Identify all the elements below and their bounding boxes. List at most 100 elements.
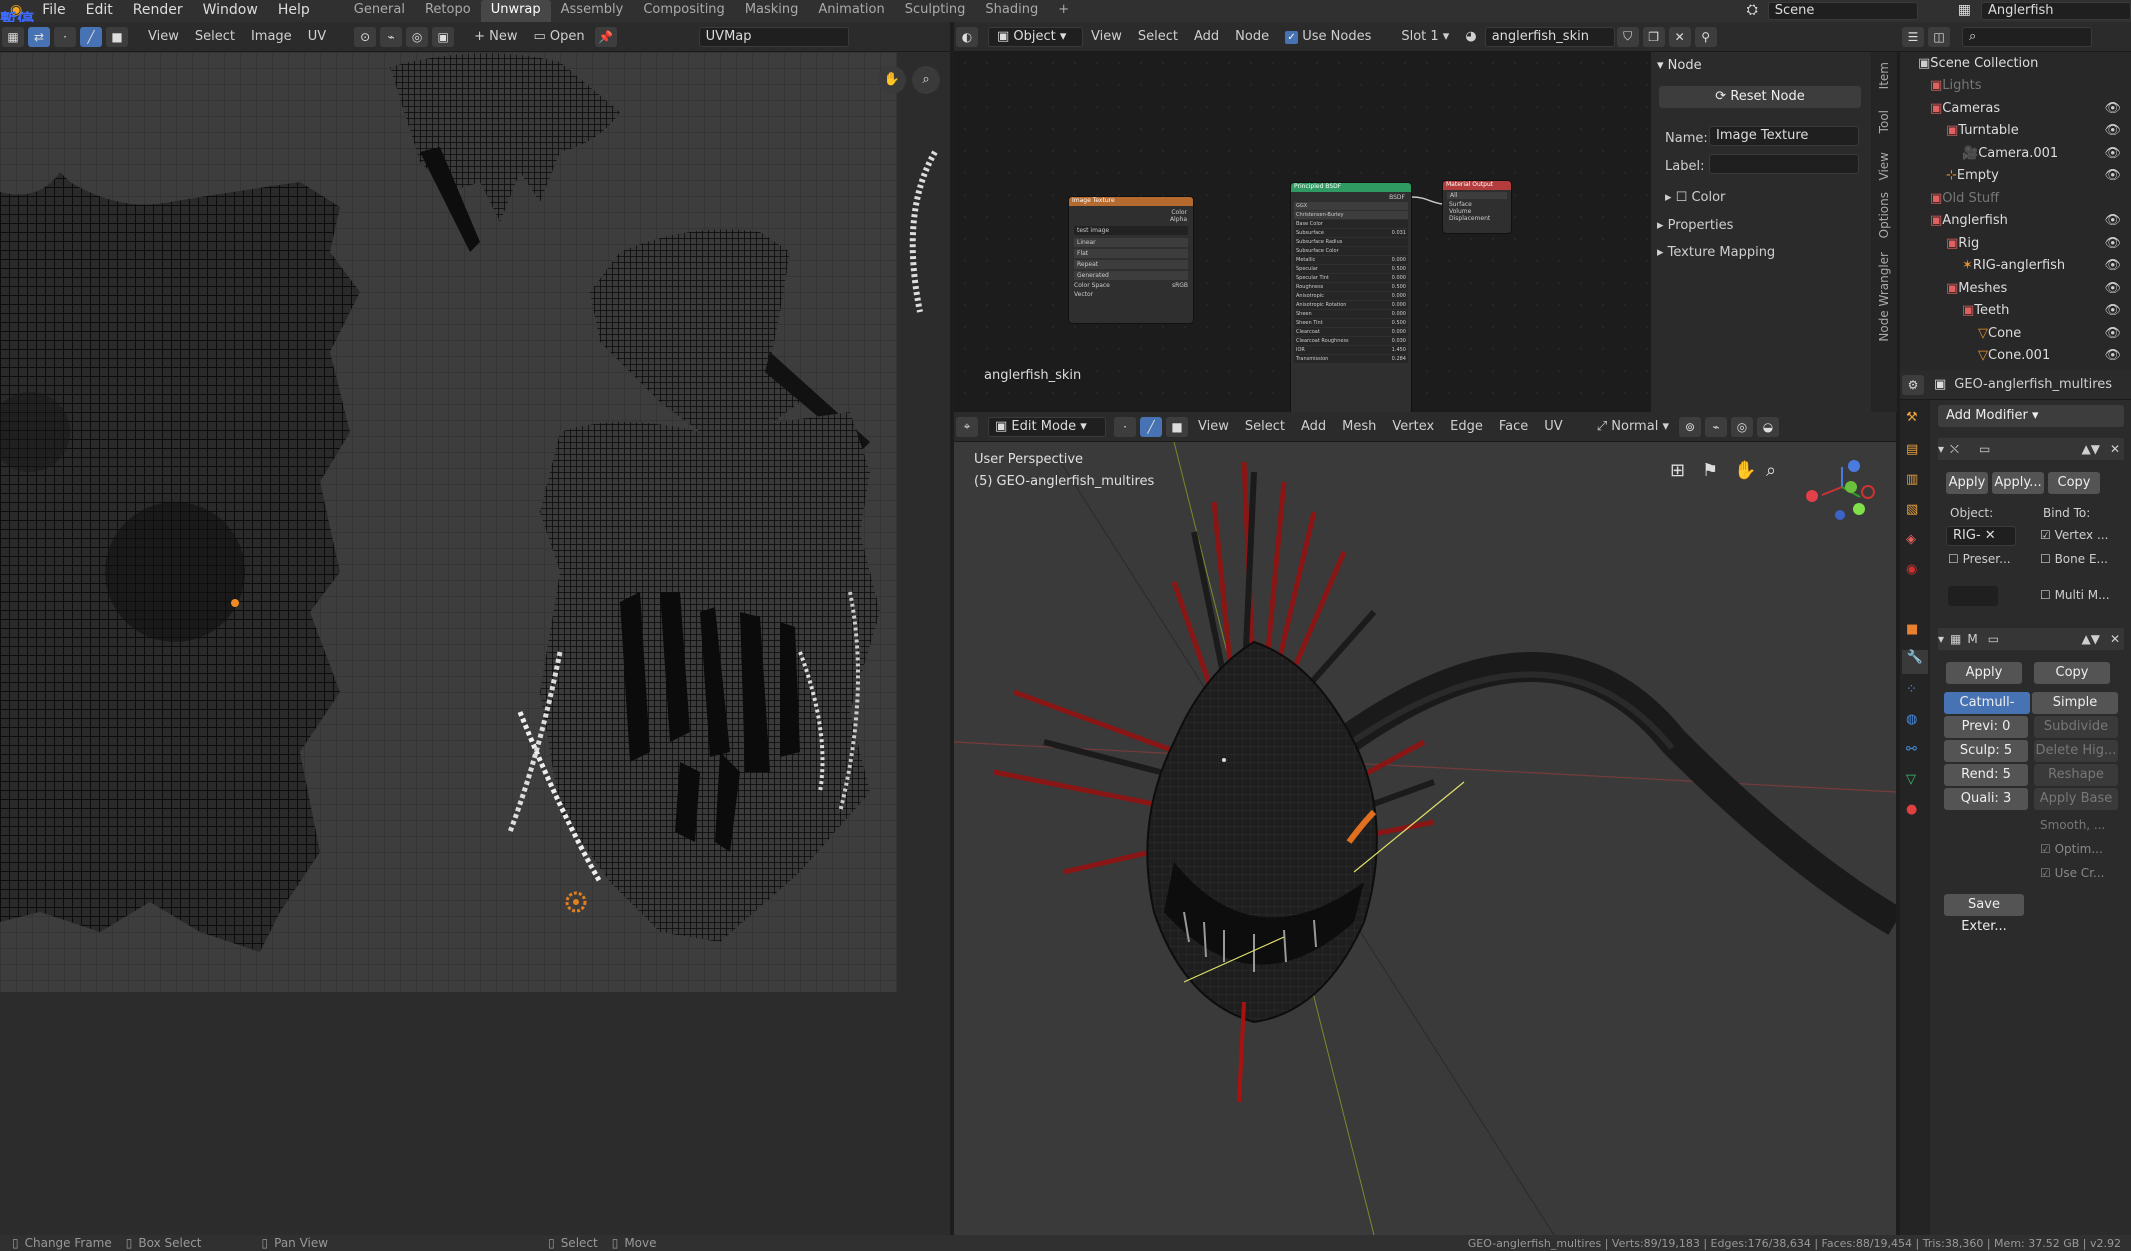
render-levels-field[interactable]: Rend: 5 (1944, 764, 2028, 786)
camera-view-icon[interactable]: ⚑ (1702, 460, 1718, 481)
navigation-gizmo[interactable] (1794, 457, 1884, 527)
tab-masking[interactable]: Masking (735, 0, 809, 22)
data-tab-icon[interactable]: ▽ (1906, 772, 1916, 787)
outliner-row[interactable]: ▽ Cone 👁 (1900, 322, 2131, 345)
reset-node-button[interactable]: ⟳ Reset Node (1659, 86, 1861, 108)
visibility-eye-icon[interactable]: 👁 (2104, 146, 2121, 161)
outliner-row[interactable]: ⊹ Empty 👁 (1900, 165, 2131, 188)
vertex-mode-icon[interactable]: · (1114, 416, 1136, 437)
image-display-icon[interactable]: ▣ (432, 26, 455, 47)
vp-menu-select[interactable]: Select (1237, 419, 1293, 434)
remove-multires-icon[interactable]: ✕ (2110, 632, 2120, 646)
vertex-select-icon[interactable]: · (54, 26, 76, 47)
save-external-button[interactable]: Save Exter... (1944, 894, 2024, 934)
outliner-row[interactable]: ▣ Rig 👁 (1900, 232, 2131, 255)
vp-menu-vertex[interactable]: Vertex (1384, 419, 1442, 434)
bone-envelopes-checkbox[interactable]: ☐ Bone E... (2040, 552, 2108, 566)
node-editor-type-icon[interactable]: ◐ (956, 26, 978, 47)
tab-general[interactable]: General (344, 0, 415, 22)
visibility-eye-icon[interactable]: 👁 (2104, 213, 2121, 228)
mode-dropdown[interactable]: ▣ Edit Mode ▾ (988, 416, 1106, 437)
armature-copy-button[interactable]: Copy (2048, 472, 2100, 494)
uv-2d-cursor[interactable] (565, 891, 587, 913)
face-mode-icon[interactable]: ■ (1166, 416, 1188, 437)
uvmap-field[interactable]: UVMap (698, 26, 849, 47)
visibility-eye-icon[interactable]: 👁 (2104, 123, 2121, 138)
add-workspace-icon[interactable]: + (1048, 0, 1079, 22)
material-field[interactable]: anglerfish_skin (1484, 26, 1615, 47)
node-menu-select[interactable]: Select (1130, 29, 1186, 44)
menu-render[interactable]: Render (123, 0, 193, 22)
editor-type-icon[interactable]: ▦ (2, 26, 24, 47)
outliner-search[interactable]: ⌕ (1962, 26, 2092, 47)
node-object-dropdown[interactable]: ▣ Object ▾ (988, 26, 1083, 47)
render-tab-icon[interactable]: ▤ (1906, 442, 1918, 457)
simple-button[interactable]: Simple (2032, 692, 2118, 714)
tool-tab-icon[interactable]: ⚒ (1906, 410, 1918, 425)
npanel-tab-item[interactable]: Item (1877, 62, 1891, 89)
outliner-type-icon[interactable]: ☰ (1902, 26, 1924, 47)
edge-mode-icon[interactable]: ╱ (1140, 416, 1162, 437)
vp-menu-mesh[interactable]: Mesh (1334, 419, 1384, 434)
edge-select-icon[interactable]: ╱ (80, 26, 102, 47)
vp-overlay-icon[interactable]: ◒ (1756, 416, 1779, 437)
pivot-icon[interactable]: ⊙ (354, 26, 377, 47)
viewport-editor-type-icon[interactable]: ⌖ (956, 416, 978, 437)
orientation-dropdown[interactable]: ⤢ Normal ▾ (1589, 419, 1677, 434)
move-up-icon[interactable]: ▲▼ (2081, 442, 2099, 456)
node-section-header[interactable]: ▾ Node (1657, 58, 1702, 73)
multires-name[interactable]: M (1967, 632, 1977, 646)
collapse-armature-icon[interactable]: ▾ (1938, 442, 1944, 456)
use-nodes-toggle[interactable]: ✓ Use Nodes (1277, 29, 1379, 44)
material-tab-icon[interactable]: ● (1906, 802, 1917, 817)
duplicate-material-icon[interactable]: ❐ (1642, 26, 1665, 47)
slot-dropdown[interactable]: Slot 1 ▾ (1393, 29, 1457, 44)
multi-modifier-checkbox[interactable]: ☐ Multi M... (2040, 588, 2110, 602)
tab-unwrap[interactable]: Unwrap (480, 0, 551, 22)
particles-tab-icon[interactable]: ⁘ (1906, 682, 1917, 697)
outliner-row[interactable]: ▣ Cameras 👁 (1900, 97, 2131, 120)
npanel-tab-tool[interactable]: Tool (1877, 110, 1891, 133)
uv-menu-uv[interactable]: UV (300, 29, 334, 44)
pivot-point-icon[interactable]: ⊚ (1678, 416, 1701, 437)
armature-modifier-header[interactable]: ▾ ⛌ ▭ ▲▼ ✕ (1938, 438, 2124, 460)
realtime-icon[interactable]: ▭ (1979, 442, 1990, 456)
quality-field[interactable]: Quali: 3 (1944, 788, 2028, 810)
node-name-field[interactable]: Image Texture (1709, 126, 1859, 146)
node-label-field[interactable] (1709, 154, 1859, 174)
output-tab-icon[interactable]: ▥ (1906, 472, 1918, 487)
outliner-display-icon[interactable]: ◫ (1928, 26, 1950, 47)
viewport-3d[interactable]: User Perspective (5) GEO-anglerfish_mult… (954, 442, 1896, 1235)
multires-apply-button[interactable]: Apply (1946, 662, 2022, 684)
uv-menu-view[interactable]: View (140, 29, 187, 44)
visibility-eye-icon[interactable]: 👁 (2104, 168, 2121, 183)
node-menu-add[interactable]: Add (1186, 29, 1227, 44)
proportional-icon[interactable]: ◎ (406, 26, 429, 47)
outliner-row[interactable]: ✶ RIG-anglerfish 👁 (1900, 255, 2131, 278)
visibility-eye-icon[interactable]: 👁 (2104, 101, 2121, 116)
use-creases-checkbox[interactable]: ☑ Use Cr... (2040, 866, 2104, 880)
visibility-eye-icon[interactable]: 👁 (2104, 348, 2121, 363)
remove-armature-icon[interactable]: ✕ (2110, 442, 2120, 456)
properties-type-icon[interactable]: ⚙ (1902, 374, 1924, 395)
outliner-row[interactable]: ▣ Anglerfish 👁 (1900, 210, 2131, 233)
pan-view-icon[interactable]: ✋ (878, 66, 906, 94)
scene-icon[interactable]: ⛭ (1737, 0, 1768, 22)
tab-sculpting[interactable]: Sculpting (895, 0, 976, 22)
constraints-tab-icon[interactable]: ⚯ (1906, 742, 1917, 757)
material-icon[interactable]: ◕ (1457, 29, 1484, 44)
menu-help[interactable]: Help (268, 0, 320, 22)
tab-animation[interactable]: Animation (808, 0, 894, 22)
sync-selection-icon[interactable]: ⇄ (28, 26, 50, 47)
vp-menu-face[interactable]: Face (1491, 419, 1536, 434)
viewlayer-field[interactable]: Anglerfish (1981, 2, 2131, 20)
scene-field[interactable]: Scene (1767, 2, 1918, 20)
vp-menu-edge[interactable]: Edge (1442, 419, 1491, 434)
node-menu-view[interactable]: View (1083, 29, 1130, 44)
multires-modifier-header[interactable]: ▾ ▦ M ▭ ▲▼ ✕ (1938, 628, 2124, 650)
tab-compositing[interactable]: Compositing (633, 0, 735, 22)
preserve-volume-checkbox[interactable]: ☐ Preser... (1948, 552, 2011, 566)
node-menu-node[interactable]: Node (1227, 29, 1277, 44)
armature-apply-button[interactable]: Apply (1946, 472, 1988, 494)
pan-hand-icon[interactable]: ✋ (1734, 460, 1756, 481)
